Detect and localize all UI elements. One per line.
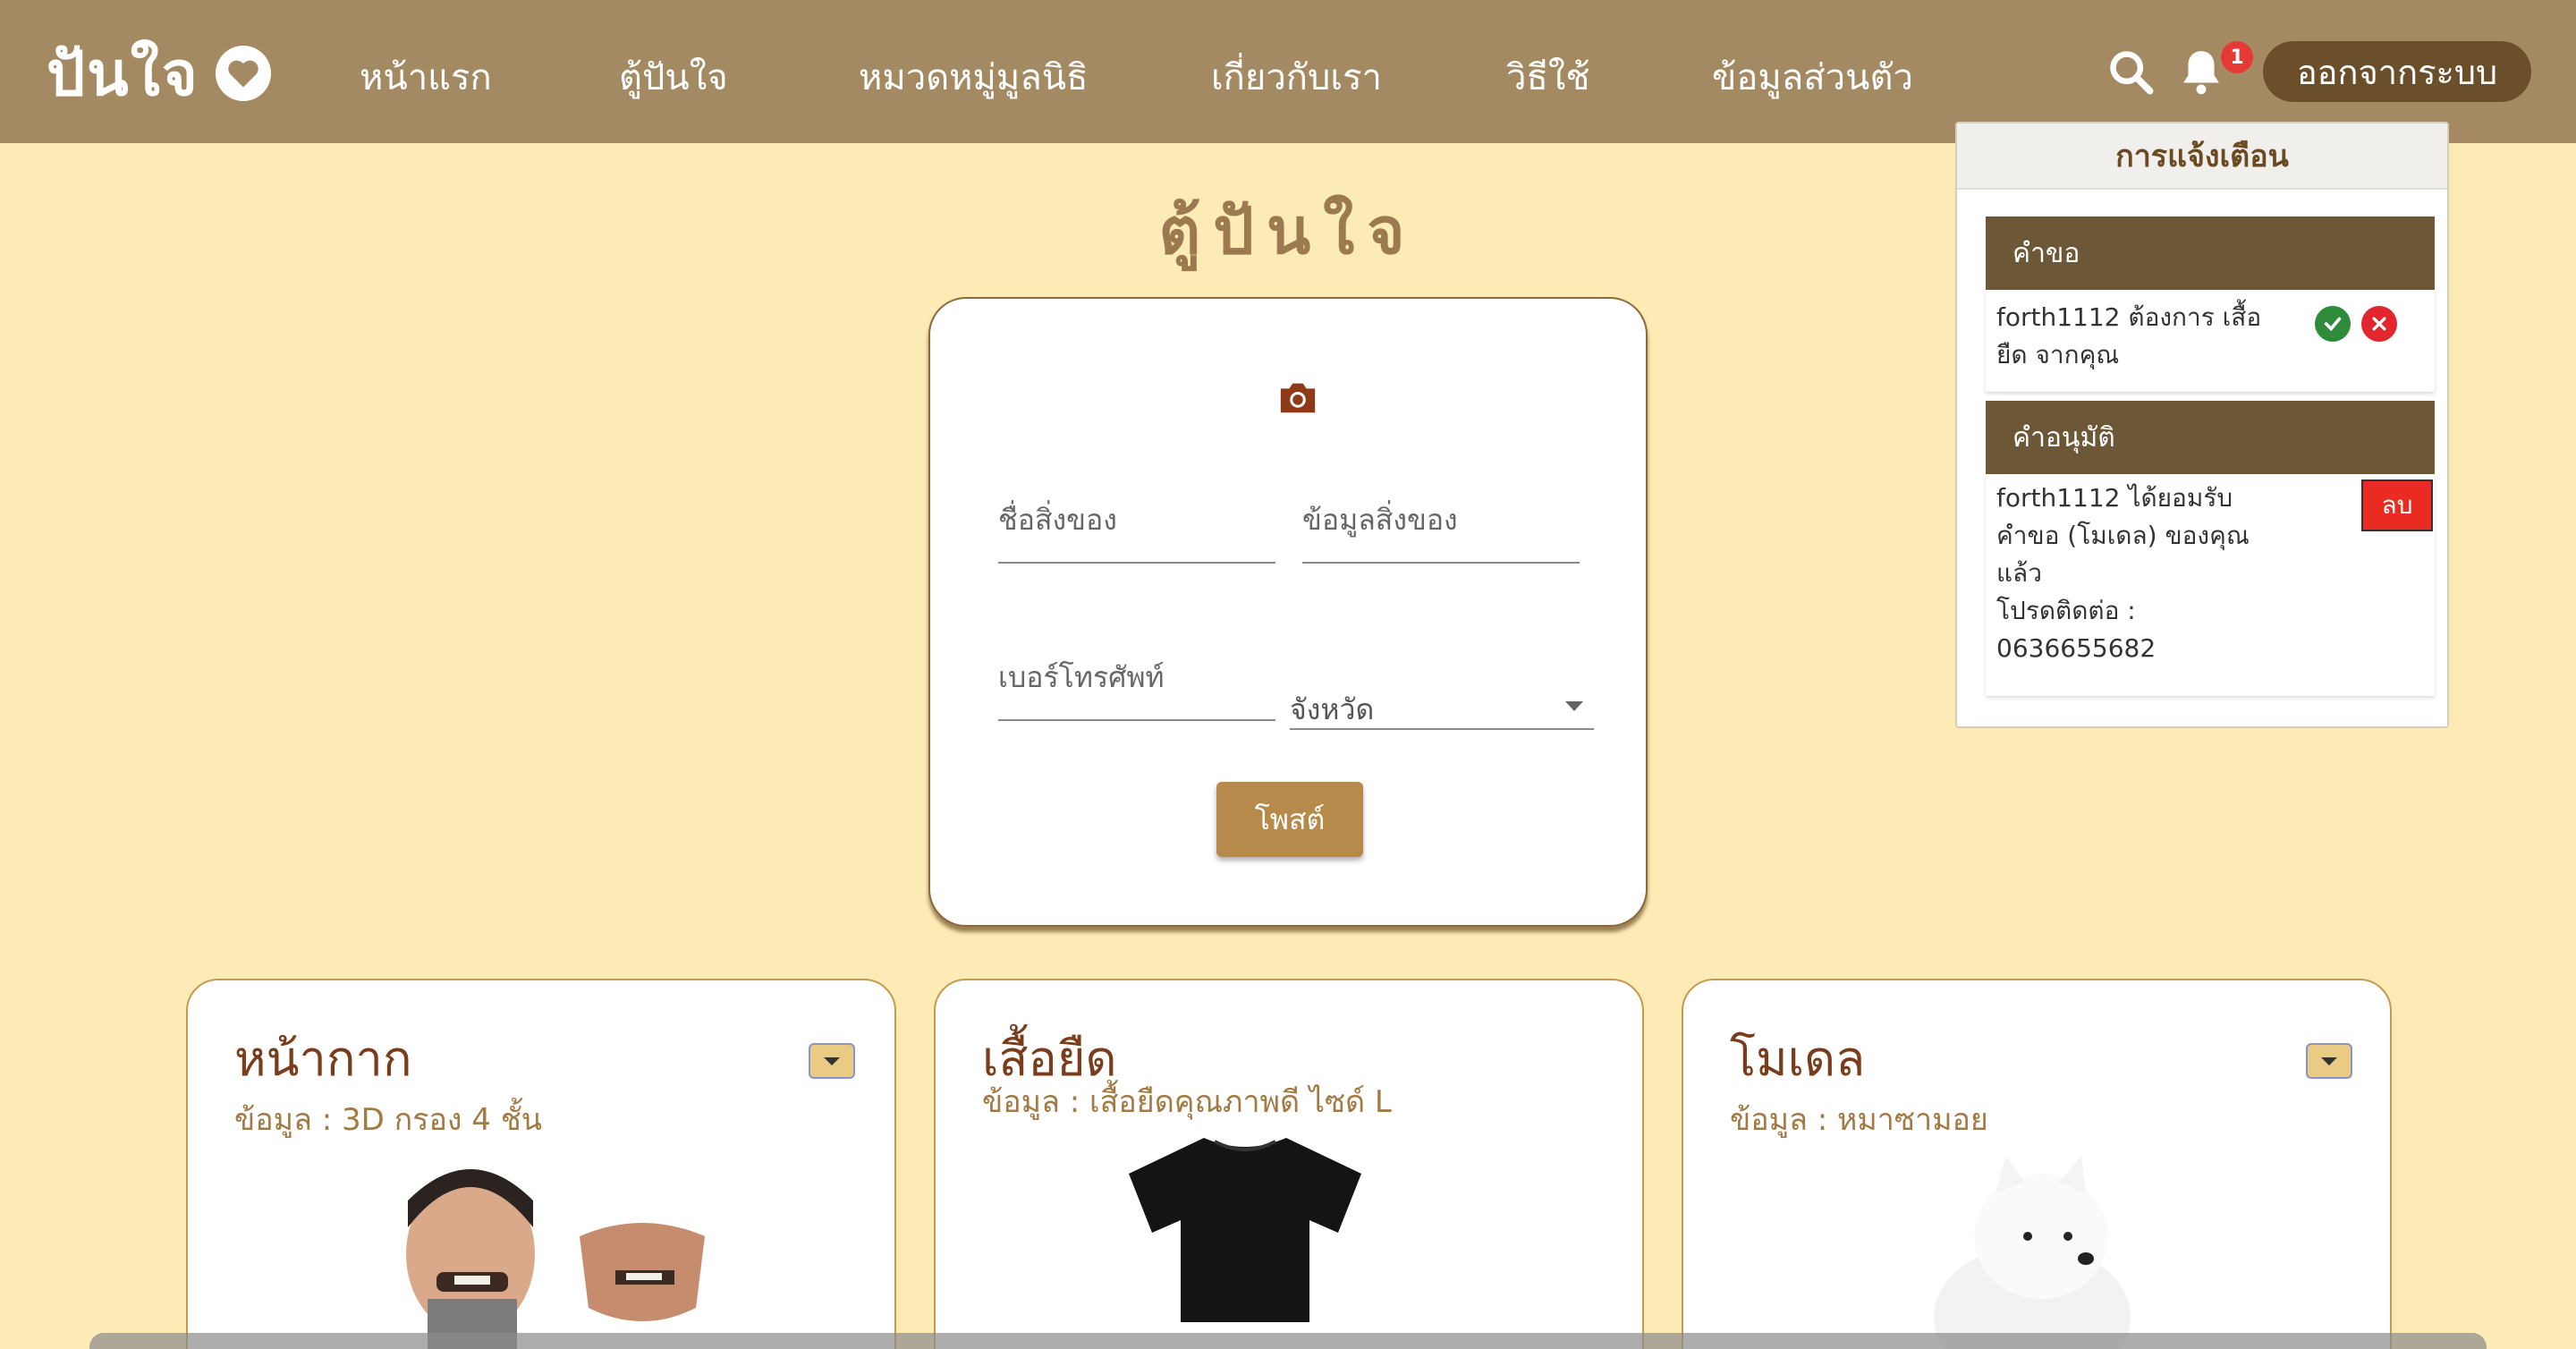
brand-logo[interactable]: ปันใจ — [47, 25, 271, 122]
item-desc: ข้อมูล : หมาซามอย — [1730, 1102, 1988, 1138]
notification-count-badge: 1 — [2221, 41, 2253, 73]
approval-phone: 0636655682 — [1996, 633, 2157, 663]
dropdown-caret-icon[interactable] — [809, 1043, 855, 1079]
phone-field[interactable] — [998, 635, 1275, 721]
accept-check-icon[interactable] — [2315, 306, 2351, 342]
item-image-dog — [1925, 1156, 2140, 1349]
item-title: หน้ากาก — [234, 1031, 412, 1087]
approval-text-line3: แล้ว — [1996, 558, 2042, 588]
province-select-label: จังหวัด — [1290, 692, 1375, 726]
search-icon[interactable] — [2107, 48, 2154, 98]
item-name-input[interactable] — [998, 478, 1275, 564]
phone-input[interactable] — [998, 635, 1275, 721]
item-name-field[interactable] — [998, 478, 1275, 564]
heart-icon — [215, 46, 271, 101]
dropdown-caret-icon — [1565, 701, 1583, 711]
item-card[interactable]: โมเดล ข้อมูล : หมาซามอย — [1682, 979, 2392, 1349]
item-title: โมเดล — [1730, 1031, 1866, 1087]
item-image-mask — [401, 1156, 723, 1349]
item-desc: ข้อมูล : 3D กรอง 4 ชั้น — [234, 1102, 543, 1138]
nav-about[interactable]: เกี่ยวกับเรา — [1211, 48, 1382, 106]
brand-name[interactable]: ปันใจ — [47, 25, 199, 122]
delete-button[interactable]: ลบ — [2361, 479, 2433, 531]
nav-home[interactable]: หน้าแรก — [360, 48, 492, 106]
request-item: forth1112 ต้องการ เสื้อ ยืด จากคุณ — [1986, 290, 2435, 392]
item-info-input[interactable] — [1302, 478, 1580, 564]
requests-section-header: คำขอ — [1986, 216, 2435, 290]
request-text-line1: forth1112 ต้องการ เสื้อ — [1996, 302, 2262, 332]
approval-text-line1: forth1112 ได้ยอมรับ — [1996, 483, 2233, 513]
post-item-form: จังหวัด โพสต์ — [928, 297, 1648, 927]
dropdown-caret-icon[interactable] — [2306, 1043, 2352, 1079]
bottom-dock-bar — [89, 1333, 2487, 1349]
item-image-tshirt — [1127, 1134, 1363, 1326]
item-info-field[interactable] — [1302, 478, 1580, 564]
approval-text-line4: โปรดติดต่อ : — [1996, 596, 2136, 625]
approval-item: forth1112 ได้ยอมรับ คำขอ (โมเดล) ของคุณ … — [1986, 474, 2435, 696]
notifications-popup: การแจ้งเตือน คำขอ forth1112 ต้องการ เสื้… — [1955, 122, 2449, 728]
province-select[interactable]: จังหวัด — [1290, 666, 1594, 730]
nav-share-box[interactable]: ตู้ปันใจ — [619, 48, 728, 106]
camera-icon[interactable] — [1277, 379, 1318, 419]
item-card[interactable]: หน้ากาก ข้อมูล : 3D กรอง 4 ชั้น — [186, 979, 896, 1349]
post-button[interactable]: โพสต์ — [1216, 782, 1363, 857]
notifications-title: การแจ้งเตือน — [1957, 123, 2447, 190]
bell-icon[interactable] — [2179, 47, 2224, 100]
reject-cancel-icon[interactable] — [2361, 306, 2397, 342]
nav-how-to[interactable]: วิธีใช้ — [1506, 48, 1590, 106]
item-desc: ข้อมูล : เสื้อยืดคุณภาพดี ไซด์ L — [982, 1084, 1392, 1120]
approvals-section-header: คำอนุมัติ — [1986, 401, 2435, 474]
nav-profile[interactable]: ข้อมูลส่วนตัว — [1712, 48, 1913, 106]
logout-button[interactable]: ออกจากระบบ — [2263, 41, 2531, 102]
approval-text-line2: คำขอ (โมเดล) ของคุณ — [1996, 521, 2250, 550]
nav-foundation-categories[interactable]: หมวดหมู่มูลนิธิ — [859, 48, 1089, 106]
item-card[interactable]: เสื้อยืด ข้อมูล : เสื้อยืดคุณภาพดี ไซด์ … — [934, 979, 1644, 1349]
request-text-line2: ยืด จากคุณ — [1996, 340, 2120, 369]
